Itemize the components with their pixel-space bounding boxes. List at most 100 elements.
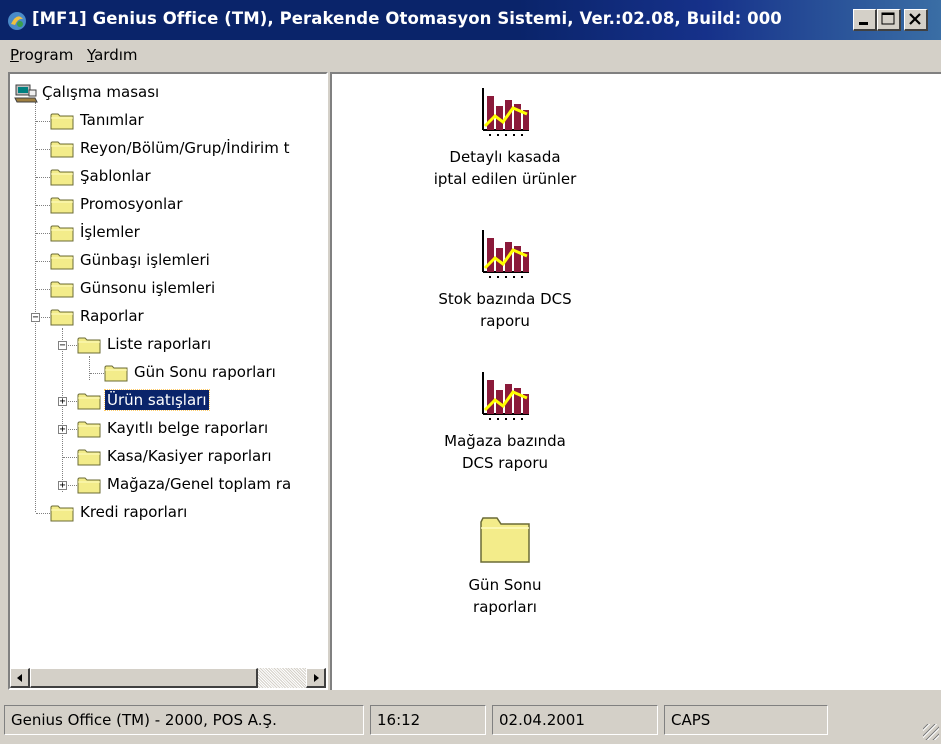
tree-line — [90, 373, 104, 374]
tree-node[interactable]: Kredi raporları — [50, 500, 326, 526]
folder-icon — [50, 196, 74, 214]
tree-node[interactable]: Tanımlar — [50, 108, 326, 134]
scroll-track[interactable] — [258, 668, 306, 688]
tree-node-label: Kayıtlı belge raporları — [107, 419, 269, 437]
tree-node-label: Günbaşı işlemleri — [80, 251, 210, 269]
folder-icon — [77, 476, 101, 494]
scroll-left-button[interactable] — [10, 668, 30, 688]
scroll-thumb[interactable] — [30, 668, 258, 688]
tree-line — [36, 289, 50, 290]
tree-line — [36, 121, 50, 122]
resize-grip[interactable] — [923, 724, 939, 740]
tree-node-label: Ürün satışları — [104, 389, 210, 411]
folder-item-line2: raporları — [473, 598, 537, 616]
app-icon[interactable] — [6, 10, 28, 32]
tree-node-label: Kredi raporları — [80, 503, 188, 521]
folder-icon — [50, 224, 74, 242]
report-item-line1: Detaylı kasada — [449, 148, 561, 166]
close-button[interactable] — [904, 9, 928, 31]
collapse-icon[interactable]: − — [31, 313, 40, 323]
tree-line — [36, 205, 50, 206]
status-time: 16:12 — [370, 705, 486, 735]
tree-node-label: Reyon/Bölüm/Grup/İndirim t — [80, 139, 290, 157]
report-chart-icon — [479, 86, 531, 138]
tree-node[interactable]: Gün Sonu raporları — [104, 360, 326, 386]
menu-program-access-key: P — [10, 46, 19, 64]
report-item-iptal[interactable]: Detaylı kasada iptal edilen ürünler — [405, 86, 605, 190]
tree-node-label: Promosyonlar — [80, 195, 183, 213]
report-item-line1: Stok bazında DCS — [438, 290, 572, 308]
folder-open-icon — [50, 308, 74, 326]
maximize-icon — [881, 12, 895, 25]
scroll-right-button[interactable] — [306, 668, 326, 688]
expand-icon[interactable]: + — [58, 481, 67, 491]
tree-line — [36, 513, 50, 514]
tree-node-label: Liste raporları — [107, 335, 212, 353]
tree-node-label: Tanımlar — [80, 111, 144, 129]
status-caps: CAPS — [664, 705, 828, 735]
collapse-icon[interactable]: − — [58, 341, 67, 351]
status-app: Genius Office (TM) - 2000, POS A.Ş. — [4, 705, 364, 735]
expand-icon[interactable]: + — [58, 425, 67, 435]
navigation-tree[interactable]: Çalışma masası Tanımlar Reyon/Bölüm/Grup/… — [8, 72, 328, 690]
tree-line — [62, 328, 63, 492]
report-item-stok-dcs[interactable]: Stok bazında DCS raporu — [405, 228, 605, 332]
tree-root[interactable]: Çalışma masası — [14, 80, 324, 106]
tree-node[interactable]: Şablonlar — [50, 164, 326, 190]
content-pane[interactable]: Detaylı kasada iptal edilen ürünler Stok… — [330, 72, 941, 690]
tree-node-label: Raporlar — [80, 307, 144, 325]
report-item-magaza-dcs[interactable]: Mağaza bazında DCS raporu — [405, 370, 605, 474]
tree-node[interactable]: Promosyonlar — [50, 192, 326, 218]
title-bar[interactable]: [MF1] Genius Office (TM), Perakende Otom… — [0, 0, 941, 40]
tree-node[interactable]: İşlemler — [50, 220, 326, 246]
folder-icon — [50, 504, 74, 522]
tree-node[interactable]: Mağaza/Genel toplam ra — [77, 472, 326, 498]
folder-icon — [77, 448, 101, 466]
tree-node-label: Gün Sonu raporları — [134, 363, 276, 381]
tree-node-label: Kasa/Kasiyer raporları — [107, 447, 272, 465]
report-chart-icon — [479, 228, 531, 280]
desktop-icon — [14, 84, 38, 103]
arrow-left-icon — [17, 674, 22, 682]
tree-node[interactable]: Günbaşı işlemleri — [50, 248, 326, 274]
tree-node[interactable]: Kasa/Kasiyer raporları — [77, 444, 326, 470]
tree-node-label: İşlemler — [80, 223, 140, 241]
folder-icon — [104, 364, 128, 382]
folder-icon — [50, 280, 74, 298]
report-item-line2: DCS raporu — [461, 454, 549, 472]
horizontal-scrollbar[interactable] — [10, 668, 326, 688]
status-bar: Genius Office (TM) - 2000, POS A.Ş. 16:1… — [0, 700, 941, 744]
tree-node[interactable]: Liste raporları — [77, 332, 326, 358]
folder-item-line1: Gün Sonu — [468, 576, 542, 594]
tree-line — [36, 233, 50, 234]
report-item-line2: iptal edilen ürünler — [433, 170, 577, 188]
tree-line — [36, 149, 50, 150]
tree-node[interactable]: Ürün satışları — [77, 388, 326, 414]
tree-node[interactable]: Kayıtlı belge raporları — [77, 416, 326, 442]
tree-node[interactable]: Reyon/Bölüm/Grup/İndirim t — [50, 136, 326, 162]
folder-icon — [50, 168, 74, 186]
menu-yardim[interactable]: Yardım — [87, 46, 138, 64]
expand-icon[interactable]: + — [58, 397, 67, 407]
minimize-button[interactable] — [853, 9, 877, 31]
tree-line — [36, 261, 50, 262]
close-icon — [909, 13, 921, 25]
arrow-right-icon — [314, 674, 319, 682]
tree-node[interactable]: Günsonu işlemleri — [50, 276, 326, 302]
folder-icon — [50, 140, 74, 158]
report-chart-icon — [479, 370, 531, 422]
menu-program[interactable]: Program — [10, 46, 73, 64]
tree-line — [36, 177, 50, 178]
menu-yardim-label: ardım — [94, 46, 138, 64]
maximize-button[interactable] — [877, 9, 901, 31]
tree-node-label: Şablonlar — [80, 167, 151, 185]
tree-root-label: Çalışma masası — [42, 83, 160, 101]
tree-node-label: Günsonu işlemleri — [80, 279, 216, 297]
tree-node[interactable]: Raporlar — [50, 304, 326, 330]
menu-bar: Program Yardım — [0, 40, 941, 70]
menu-program-label: rogram — [18, 46, 74, 64]
folder-icon — [77, 392, 101, 410]
report-item-line2: raporu — [480, 312, 530, 330]
folder-item-gun-sonu[interactable]: Gün Sonu raporları — [405, 514, 605, 618]
status-date: 02.04.2001 — [492, 705, 658, 735]
